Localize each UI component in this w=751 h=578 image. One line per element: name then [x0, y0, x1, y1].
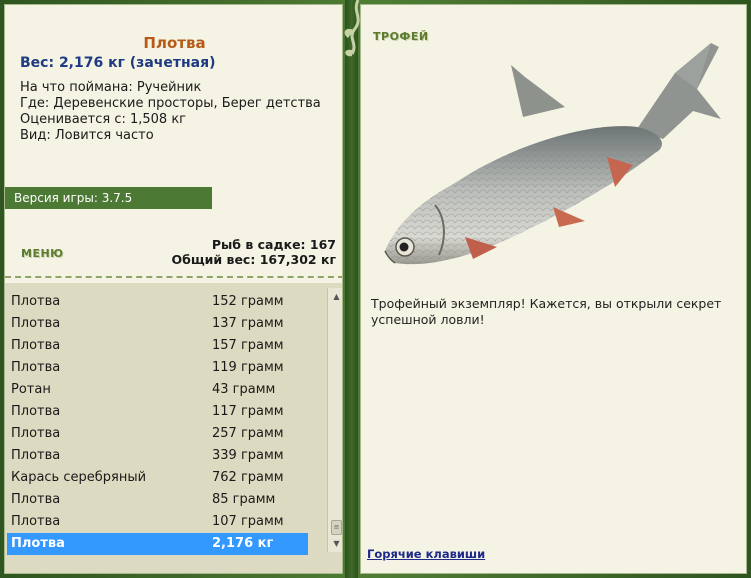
fish-weight: Вес: 2,176 кг (зачетная) [20, 55, 216, 71]
catch-list-row[interactable]: Плотва 137 грамм [7, 313, 308, 335]
catch-fish-name: Плотва [11, 448, 61, 463]
scroll-down-icon[interactable]: ▼ [330, 537, 342, 550]
catch-list-row[interactable]: Плотва 117 грамм [7, 401, 308, 423]
trophy-message: Трофейный экземпляр! Кажется, вы открыли… [371, 296, 722, 327]
stats: Рыб в садке: 167 Общий вес: 167,302 кг [172, 237, 337, 267]
right-panel: ТРОФЕЙ Трофейный экземпляр! Кажется, вы … [360, 4, 747, 574]
scrollbar[interactable]: ▲ ≡ ▼ [327, 288, 342, 552]
catch-fish-name: Плотва [11, 316, 61, 331]
catch-list-row[interactable]: Плотва 119 грамм [7, 357, 308, 379]
catch-fish-weight: 43 грамм [212, 382, 276, 397]
catch-fish-weight: 257 грамм [212, 426, 284, 441]
catch-fish-name: Плотва [11, 514, 61, 529]
catch-fish-name: Плотва [11, 294, 61, 309]
menu-button[interactable]: МЕНЮ [21, 247, 64, 260]
panel-divider [345, 0, 358, 578]
catch-fish-name: Плотва [11, 492, 61, 507]
catch-fish-weight: 339 грамм [212, 448, 284, 463]
estimate: Оценивается с: 1,508 кг [20, 112, 187, 127]
catch-fish-name: Карась серебряный [11, 470, 147, 485]
catch-fish-name: Плотва [11, 338, 61, 353]
catch-fish-weight: 119 грамм [212, 360, 284, 375]
catch-list-row[interactable]: Плотва 2,176 кг [7, 533, 308, 555]
catch-fish-name: Плотва [11, 404, 61, 419]
catch-list-row[interactable]: Плотва 152 грамм [7, 291, 308, 313]
fish-title: Плотва [143, 34, 206, 52]
fish-info: Плотва Вес: 2,176 кг (зачетная) На что п… [5, 5, 342, 185]
catch-fish-weight: 157 грамм [212, 338, 284, 353]
catch-fish-weight: 2,176 кг [212, 536, 274, 551]
catch-list-row[interactable]: Плотва 157 грамм [7, 335, 308, 357]
catch-fish-weight: 107 грамм [212, 514, 284, 529]
scroll-thumb[interactable]: ≡ [331, 520, 342, 535]
caught-on: На что поймана: Ручейник [20, 80, 202, 95]
catch-fish-name: Плотва [11, 426, 61, 441]
left-panel: Плотва Вес: 2,176 кг (зачетная) На что п… [4, 4, 343, 574]
catch-list-row[interactable]: Карась серебряный 762 грамм [7, 467, 308, 489]
version-bar: Версия игры: 3.7.5 [5, 187, 212, 209]
total-weight: Общий вес: 167,302 кг [171, 252, 337, 267]
fish-kind: Вид: Ловится часто [20, 128, 154, 143]
catch-fish-name: Ротан [11, 382, 51, 397]
catch-fish-name: Плотва [11, 536, 65, 551]
catch-fish-weight: 152 грамм [212, 294, 284, 309]
catch-list: Плотва 152 грамм Плотва 137 грамм Плотва 157 … [5, 283, 342, 573]
catch-list-row[interactable]: Плотва 339 грамм [7, 445, 308, 467]
catch-fish-weight: 762 грамм [212, 470, 284, 485]
catch-list-row[interactable]: Плотва 107 грамм [7, 511, 308, 533]
location: Где: Деревенские просторы, Берег детства [20, 96, 321, 111]
fish-count: Рыб в садке: 167 [211, 237, 336, 252]
catch-fish-weight: 137 грамм [212, 316, 284, 331]
catch-fish-weight: 85 грамм [212, 492, 276, 507]
catch-list-row[interactable]: Ротан 43 грамм [7, 379, 308, 401]
divider [5, 276, 342, 278]
roach-fish-image [384, 43, 721, 265]
catch-fish-weight: 117 грамм [212, 404, 284, 419]
catch-list-row[interactable]: Плотва 85 грамм [7, 489, 308, 511]
catch-fish-name: Плотва [11, 360, 61, 375]
hotkeys-link[interactable]: Горячие клавиши [367, 547, 485, 561]
catch-list-row[interactable]: Плотва 257 грамм [7, 423, 308, 445]
scroll-up-icon[interactable]: ▲ [330, 290, 342, 303]
